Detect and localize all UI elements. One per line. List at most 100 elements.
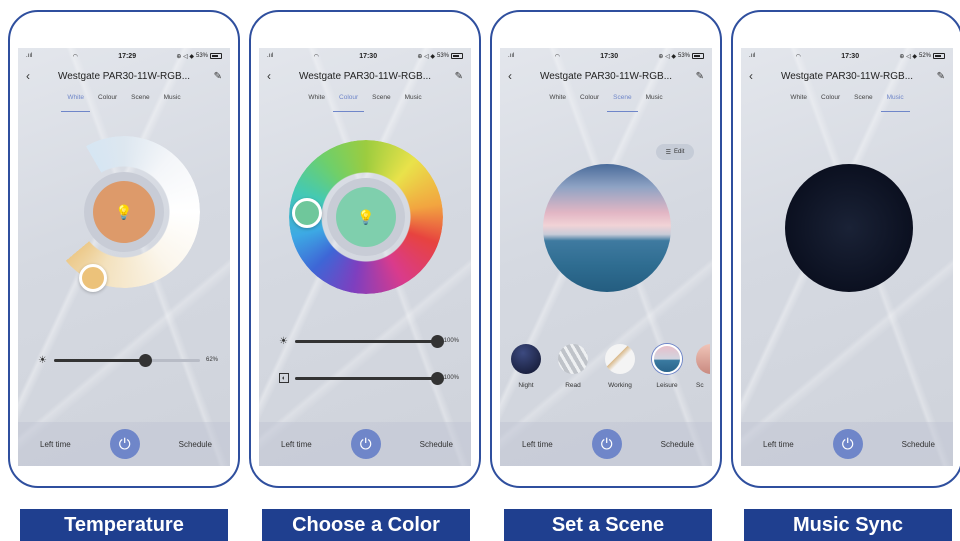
tab-colour[interactable]: Colour — [580, 94, 599, 110]
bulb-icon: 💡 — [115, 203, 133, 220]
schedule-button[interactable]: Schedule — [902, 440, 935, 449]
tab-colour[interactable]: Colour — [821, 94, 840, 110]
saturation-fill — [295, 376, 438, 380]
sun-icon: ☀ — [279, 335, 288, 347]
signal-icon: .ııl — [267, 53, 274, 59]
scene-preview — [543, 164, 671, 292]
power-button[interactable]: ⏻ — [591, 429, 622, 459]
power-button[interactable]: ⏻ — [832, 429, 863, 459]
temperature-handle[interactable] — [79, 264, 107, 292]
scene-list: Night Read Working Leisure Sc — [500, 344, 712, 394]
edit-label: Edit — [674, 149, 685, 155]
nav-bar: ‹ Westgate PAR30-11W-RGB... ✎ — [500, 66, 712, 86]
status-right: ⊕ ◁ ◆ 53% — [658, 53, 704, 60]
status-icons: ⊕ ◁ ◆ — [176, 53, 194, 60]
edit-icon[interactable]: ✎ — [451, 71, 463, 82]
brightness-slider[interactable] — [295, 334, 444, 348]
scene-thumb — [696, 344, 710, 374]
bottom-bar: Left time ⏻ Schedule — [500, 422, 712, 466]
tab-colour[interactable]: Colour — [332, 94, 365, 112]
bottom-bar: Left time ⏻ Schedule — [259, 422, 471, 466]
back-icon[interactable]: ‹ — [749, 69, 761, 83]
power-button[interactable]: ⏻ — [350, 429, 381, 459]
scene-label: Working — [608, 382, 632, 389]
schedule-button[interactable]: Schedule — [661, 440, 694, 449]
nav-bar: ‹ Westgate PAR30-11W-RGB... ✎ — [259, 66, 471, 86]
power-disc[interactable]: 💡 — [336, 187, 396, 247]
caption-colour: Choose a Color — [262, 509, 470, 541]
tab-music[interactable]: Music — [646, 94, 663, 110]
tab-scene[interactable]: Scene — [372, 94, 390, 110]
scene-label: Night — [518, 382, 534, 389]
scene-working[interactable]: Working — [602, 344, 638, 394]
back-icon[interactable]: ‹ — [267, 69, 279, 83]
tab-white[interactable]: White — [790, 94, 807, 110]
status-bar: .ııl ◠ 17:29 ⊕ ◁ ◆ 53% — [18, 48, 230, 64]
tab-music[interactable]: Music — [405, 94, 422, 110]
center-halo: 💡 — [84, 172, 164, 252]
scene-leisure[interactable]: Leisure — [649, 344, 685, 394]
tab-music[interactable]: Music — [880, 94, 910, 112]
power-button[interactable]: ⏻ — [109, 429, 140, 459]
mode-tabs: White Colour Scene Music — [741, 94, 953, 112]
tab-white[interactable]: White — [549, 94, 566, 110]
left-time-button[interactable]: Left time — [522, 440, 553, 449]
bottom-bar: Left time ⏻ Schedule — [18, 422, 230, 466]
sun-icon: ☀ — [38, 354, 47, 366]
bulb-icon: 💡 — [357, 208, 375, 225]
phone-scene: .ııl ◠ 17:30 ⊕ ◁ ◆ 53% ‹ Westgate PAR30-… — [490, 10, 722, 488]
status-time: 17:30 — [359, 52, 378, 60]
mode-tabs: White Colour Scene Music — [500, 94, 712, 112]
left-time-button[interactable]: Left time — [763, 440, 794, 449]
edit-icon[interactable]: ✎ — [692, 71, 704, 82]
brightness-row: ☀ 62% — [38, 353, 218, 367]
power-disc[interactable]: 💡 — [93, 181, 155, 243]
tab-scene[interactable]: Scene — [607, 94, 639, 112]
waveform-graphic — [796, 198, 898, 258]
schedule-button[interactable]: Schedule — [420, 440, 453, 449]
saturation-slider[interactable] — [295, 371, 444, 385]
sliders-icon: ☰ — [665, 149, 672, 156]
edit-scenes-button[interactable]: ☰ Edit — [656, 144, 694, 160]
wifi-icon: ◠ — [795, 53, 801, 60]
tab-scene[interactable]: Scene — [854, 94, 872, 110]
caption-music: Music Sync — [744, 509, 952, 541]
edit-icon[interactable]: ✎ — [210, 71, 222, 82]
tab-music[interactable]: Music — [164, 94, 181, 110]
schedule-button[interactable]: Schedule — [179, 440, 212, 449]
scene-night[interactable]: Night — [508, 344, 544, 394]
color-handle[interactable] — [292, 198, 322, 228]
device-title: Westgate PAR30-11W-RGB... — [780, 70, 914, 82]
brightness-knob[interactable] — [138, 353, 152, 367]
scene-read[interactable]: Read — [555, 344, 591, 394]
back-icon[interactable]: ‹ — [508, 69, 520, 83]
saturation-knob[interactable] — [430, 371, 444, 385]
scene-partial[interactable]: Sc — [696, 344, 710, 394]
saturation-icon: ◐ — [279, 373, 289, 383]
status-right: ⊕ ◁ ◆ 53% — [417, 53, 463, 60]
brightness-knob[interactable] — [430, 334, 444, 348]
center-halo: 💡 — [327, 178, 405, 256]
device-title: Westgate PAR30-11W-RGB... — [298, 70, 432, 82]
tab-white[interactable]: White — [308, 94, 325, 110]
screen: .ııl ◠ 17:30 ⊕ ◁ ◆ 53% ‹ Westgate PAR30-… — [259, 48, 471, 466]
tab-white[interactable]: White — [61, 94, 90, 112]
left-time-button[interactable]: Left time — [40, 440, 71, 449]
screen: .ııl ◠ 17:29 ⊕ ◁ ◆ 53% ‹ Westgate PAR30-… — [18, 48, 230, 466]
battery-percent: 53% — [195, 53, 208, 59]
signal-icon: .ııl — [749, 53, 756, 59]
brightness-fill — [295, 339, 438, 343]
saturation-row: ◐ 100% — [279, 371, 459, 385]
edit-icon[interactable]: ✎ — [933, 71, 945, 82]
tab-scene[interactable]: Scene — [131, 94, 149, 110]
music-visualizer — [785, 164, 913, 292]
brightness-value: 62% — [205, 357, 218, 363]
status-icons: ⊕ ◁ ◆ — [658, 53, 676, 60]
scene-label: Sc — [696, 382, 704, 389]
status-icons: ⊕ ◁ ◆ — [899, 53, 917, 60]
back-icon[interactable]: ‹ — [26, 69, 38, 83]
left-time-button[interactable]: Left time — [281, 440, 312, 449]
tab-colour[interactable]: Colour — [98, 94, 117, 110]
battery-icon — [210, 53, 222, 59]
brightness-slider[interactable] — [54, 353, 200, 367]
